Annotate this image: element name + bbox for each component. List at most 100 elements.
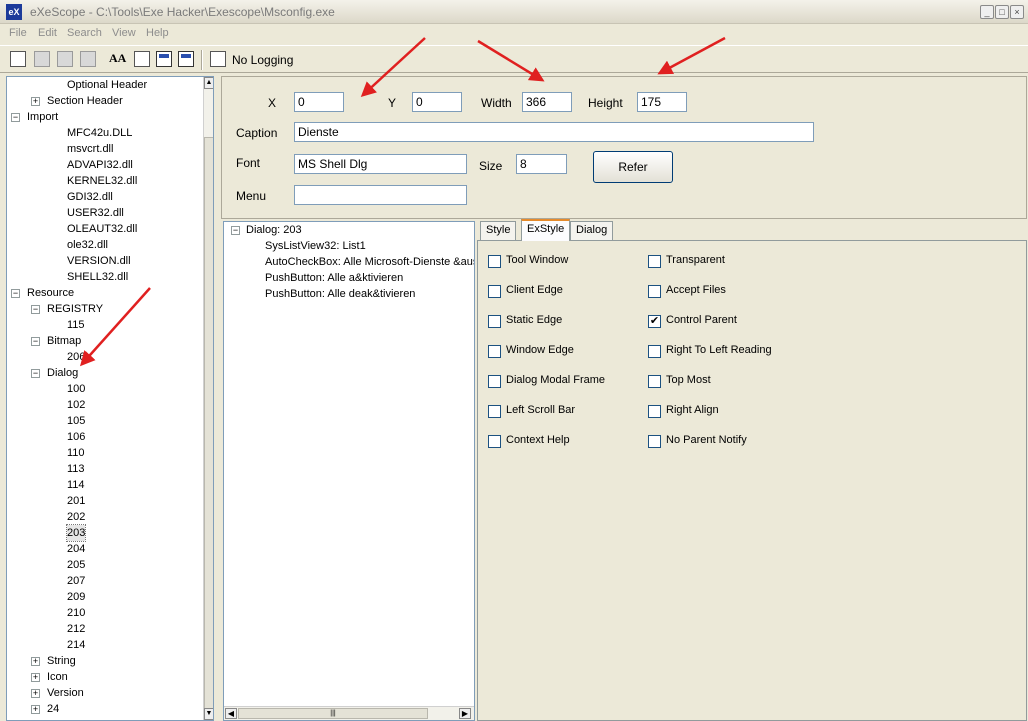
checkbox[interactable]: [488, 255, 501, 268]
menu-view[interactable]: View: [112, 27, 136, 39]
tree-item[interactable]: 202: [67, 509, 85, 525]
checkbox[interactable]: ✔: [648, 315, 661, 328]
scroll-right-icon[interactable]: ▶: [459, 708, 471, 719]
control-item[interactable]: PushButton: Alle a&ktivieren: [265, 270, 403, 286]
checkbox[interactable]: [488, 315, 501, 328]
scroll-down-icon[interactable]: ▼: [204, 708, 213, 720]
control-item[interactable]: SysListView32: List1: [265, 238, 366, 254]
height-field[interactable]: 175: [637, 92, 687, 112]
collapse-icon[interactable]: −: [11, 113, 20, 122]
tree-item[interactable]: Import: [27, 109, 58, 125]
tree-item[interactable]: Optional Header: [67, 77, 147, 93]
scroll-up-icon[interactable]: ▲: [204, 77, 213, 89]
tree-item[interactable]: Version: [47, 685, 84, 701]
resource-icon[interactable]: [156, 51, 172, 67]
scroll-thumb[interactable]: |||: [238, 708, 428, 719]
checkbox-label[interactable]: Static Edge: [506, 314, 562, 326]
tab-exstyle[interactable]: ExStyle: [521, 219, 571, 241]
checkbox-label[interactable]: Right To Left Reading: [666, 344, 772, 356]
tree-item[interactable]: GDI32.dll: [67, 189, 113, 205]
caption-field[interactable]: Dienste: [294, 122, 814, 142]
tree-item[interactable]: 105: [67, 413, 85, 429]
x-field[interactable]: 0: [294, 92, 344, 112]
checkbox[interactable]: [488, 375, 501, 388]
tree-item[interactable]: 24: [47, 701, 59, 717]
tree-item[interactable]: VERSION.dll: [67, 253, 131, 269]
font-icon[interactable]: AA: [108, 51, 126, 67]
dialog-icon[interactable]: [178, 51, 194, 67]
menu-search[interactable]: Search: [67, 27, 102, 39]
tree-item[interactable]: 205: [67, 557, 85, 573]
size-field[interactable]: 8: [516, 154, 567, 174]
tree-item[interactable]: MFC42u.DLL: [67, 125, 132, 141]
checkbox-label[interactable]: Client Edge: [506, 284, 563, 296]
copy-icon[interactable]: [80, 51, 96, 67]
control-list[interactable]: − Dialog: 203 SysListView32: List1 AutoC…: [223, 221, 475, 721]
tree-item[interactable]: 214: [67, 637, 85, 653]
collapse-icon[interactable]: −: [31, 369, 40, 378]
save-icon[interactable]: [34, 51, 50, 67]
menu-file[interactable]: File: [9, 27, 27, 39]
resource-tree[interactable]: Optional Header + Section Header − Import MFC…: [6, 76, 214, 721]
checkbox-label[interactable]: Accept Files: [666, 284, 726, 296]
checkbox-label[interactable]: Top Most: [666, 374, 711, 386]
checkbox[interactable]: [488, 285, 501, 298]
tree-item[interactable]: msvcrt.dll: [67, 141, 113, 157]
logging-icon[interactable]: [210, 51, 226, 67]
tree-item[interactable]: KERNEL32.dll: [67, 173, 137, 189]
checkbox-label[interactable]: Tool Window: [506, 254, 568, 266]
tree-item[interactable]: Section Header: [47, 93, 123, 109]
checkbox[interactable]: [648, 345, 661, 358]
tree-item[interactable]: Resource: [27, 285, 74, 301]
binary-icon[interactable]: [134, 51, 150, 67]
tree-item[interactable]: 100: [67, 381, 85, 397]
menu-help[interactable]: Help: [146, 27, 169, 39]
tree-item[interactable]: 106: [67, 429, 85, 445]
tab-style[interactable]: Style: [480, 221, 517, 240]
tree-scroll-thumb[interactable]: [204, 137, 213, 717]
width-field[interactable]: 366: [522, 92, 572, 112]
tree-item[interactable]: Bitmap: [47, 333, 81, 349]
expand-icon[interactable]: +: [31, 689, 40, 698]
y-field[interactable]: 0: [412, 92, 462, 112]
checkbox[interactable]: [648, 405, 661, 418]
tree-item[interactable]: REGISTRY: [47, 301, 103, 317]
tree-item[interactable]: 210: [67, 605, 85, 621]
checkbox-label[interactable]: Transparent: [666, 254, 725, 266]
close-icon[interactable]: ×: [1010, 5, 1024, 19]
font-field[interactable]: MS Shell Dlg: [294, 154, 467, 174]
horizontal-scrollbar[interactable]: ◀ ||| ▶: [224, 706, 474, 720]
checkbox[interactable]: [648, 375, 661, 388]
tree-item[interactable]: 204: [67, 541, 85, 557]
tree-item[interactable]: 110: [67, 445, 85, 461]
tree-item[interactable]: Dialog: [47, 365, 78, 381]
expand-icon[interactable]: +: [31, 705, 40, 714]
tree-item[interactable]: 114: [67, 477, 85, 493]
collapse-icon[interactable]: −: [11, 289, 20, 298]
collapse-icon[interactable]: −: [31, 337, 40, 346]
tree-item[interactable]: 113: [67, 461, 85, 477]
checkbox[interactable]: [648, 435, 661, 448]
tree-item[interactable]: 207: [67, 573, 85, 589]
checkbox-label[interactable]: Left Scroll Bar: [506, 404, 575, 416]
tree-item[interactable]: 203: [65, 524, 87, 542]
collapse-icon[interactable]: −: [31, 305, 40, 314]
expand-icon[interactable]: +: [31, 97, 40, 106]
checkbox[interactable]: [648, 285, 661, 298]
tree-item[interactable]: String: [47, 653, 76, 669]
control-root[interactable]: Dialog: 203: [246, 222, 302, 238]
maximize-icon[interactable]: □: [995, 5, 1009, 19]
expand-icon[interactable]: +: [31, 673, 40, 682]
minimize-icon[interactable]: _: [980, 5, 994, 19]
tree-item[interactable]: SHELL32.dll: [67, 269, 128, 285]
checkbox-label[interactable]: Right Align: [666, 404, 719, 416]
checkbox[interactable]: [648, 255, 661, 268]
tree-item[interactable]: OLEAUT32.dll: [67, 221, 137, 237]
open-icon[interactable]: [10, 51, 26, 67]
tree-item[interactable]: 201: [67, 493, 85, 509]
menu-field[interactable]: [294, 185, 467, 205]
checkbox[interactable]: [488, 345, 501, 358]
tab-dialog[interactable]: Dialog: [570, 221, 614, 240]
tree-item[interactable]: ole32.dll: [67, 237, 108, 253]
checkbox-label[interactable]: Dialog Modal Frame: [506, 374, 605, 386]
